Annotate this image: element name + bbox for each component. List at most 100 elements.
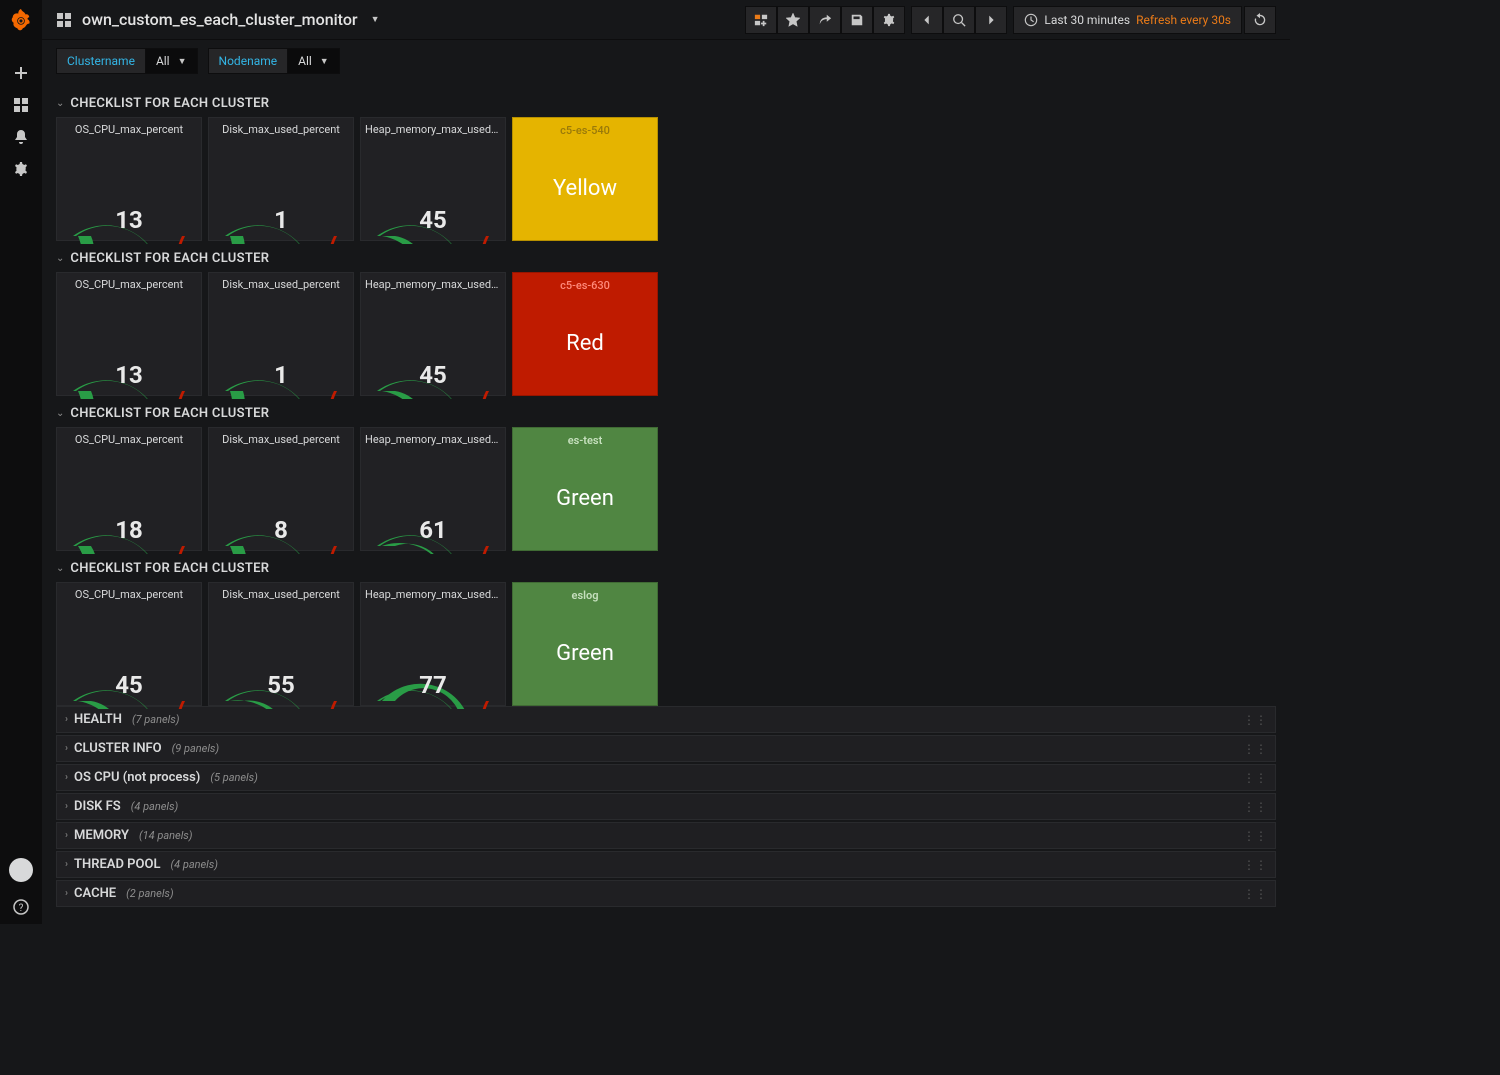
variable-value: All	[156, 54, 170, 68]
gauge-value: 1	[209, 361, 353, 389]
settings-button[interactable]	[873, 6, 905, 34]
gauge-panel-heap[interactable]: Heap_memory_max_used_pe... 45	[360, 117, 506, 241]
row-title: THREAD POOL	[74, 857, 160, 872]
panel-title: Disk_max_used_percent	[209, 428, 353, 446]
gauge-value: 45	[57, 671, 201, 699]
gauge-panel-heap[interactable]: Heap_memory_max_used_pe... 45	[360, 272, 506, 396]
variable-clustername[interactable]: Clustername All▼	[56, 48, 198, 74]
dashboards-icon[interactable]	[0, 90, 42, 120]
variable-label: Clustername	[56, 48, 146, 74]
drag-handle-icon[interactable]: ⋮⋮	[1243, 829, 1267, 843]
status-label: Green	[556, 602, 614, 705]
drag-handle-icon[interactable]: ⋮⋮	[1243, 713, 1267, 727]
gauge-panel-cpu[interactable]: OS_CPU_max_percent 13	[56, 117, 202, 241]
drag-handle-icon[interactable]: ⋮⋮	[1243, 742, 1267, 756]
status-label: Red	[566, 292, 604, 395]
gauge: 1	[209, 291, 353, 395]
row-header[interactable]: ⌄ CHECKLIST FOR EACH CLUSTER	[56, 551, 1276, 582]
gauge: 77	[361, 601, 505, 705]
gauge-panel-cpu[interactable]: OS_CPU_max_percent 13	[56, 272, 202, 396]
panel-title: Heap_memory_max_used_pe...	[361, 118, 505, 136]
row-header[interactable]: ⌄ CHECKLIST FOR EACH CLUSTER	[56, 241, 1276, 272]
bell-icon[interactable]	[0, 122, 42, 152]
chevron-down-icon: ⌄	[56, 253, 64, 264]
gear-icon[interactable]	[0, 154, 42, 184]
time-picker-button[interactable]: Last 30 minutes Refresh every 30s	[1013, 6, 1242, 34]
row-title: CACHE	[74, 886, 116, 901]
chevron-down-icon: ▼	[320, 56, 329, 67]
panel-row: OS_CPU_max_percent 13Disk_max_used_perce…	[56, 117, 1276, 241]
chevron-down-icon: ⌄	[56, 408, 64, 419]
time-back-button[interactable]	[911, 6, 943, 34]
chevron-right-icon: ›	[65, 772, 68, 783]
share-button[interactable]	[809, 6, 841, 34]
plus-icon[interactable]	[0, 58, 42, 88]
status-panel[interactable]: eslog Green	[512, 582, 658, 706]
panel-title: Heap_memory_max_used_pe...	[361, 428, 505, 446]
grafana-logo-icon[interactable]	[10, 8, 32, 36]
chevron-down-icon: ⌄	[56, 563, 64, 574]
zoom-out-button[interactable]	[943, 6, 975, 34]
collapsed-row[interactable]: › CLUSTER INFO (9 panels) ⋮⋮	[56, 735, 1276, 762]
status-panel[interactable]: c5-es-630 Red	[512, 272, 658, 396]
save-button[interactable]	[841, 6, 873, 34]
status-panel[interactable]: es-test Green	[512, 427, 658, 551]
gauge-panel-disk[interactable]: Disk_max_used_percent 55	[208, 582, 354, 706]
chevron-right-icon: ›	[65, 830, 68, 841]
add-panel-button[interactable]	[745, 6, 777, 34]
panel-row: OS_CPU_max_percent 45Disk_max_used_perce…	[56, 582, 1276, 706]
drag-handle-icon[interactable]: ⋮⋮	[1243, 887, 1267, 901]
gauge-panel-cpu[interactable]: OS_CPU_max_percent 18	[56, 427, 202, 551]
collapsed-row[interactable]: › MEMORY (14 panels) ⋮⋮	[56, 822, 1276, 849]
row-header[interactable]: ⌄ CHECKLIST FOR EACH CLUSTER	[56, 396, 1276, 427]
star-button[interactable]	[777, 6, 809, 34]
gauge-panel-disk[interactable]: Disk_max_used_percent 8	[208, 427, 354, 551]
avatar[interactable]	[9, 858, 33, 882]
collapsed-row[interactable]: › OS CPU (not process) (5 panels) ⋮⋮	[56, 764, 1276, 791]
collapsed-row[interactable]: › THREAD POOL (4 panels) ⋮⋮	[56, 851, 1276, 878]
panel-title: OS_CPU_max_percent	[57, 273, 201, 291]
collapsed-row[interactable]: › HEALTH (7 panels) ⋮⋮	[56, 706, 1276, 733]
row-title: CHECKLIST FOR EACH CLUSTER	[70, 406, 269, 421]
drag-handle-icon[interactable]: ⋮⋮	[1243, 771, 1267, 785]
gauge-panel-disk[interactable]: Disk_max_used_percent 1	[208, 272, 354, 396]
refresh-button[interactable]	[1244, 6, 1276, 34]
drag-handle-icon[interactable]: ⋮⋮	[1243, 800, 1267, 814]
row-title: OS CPU (not process)	[74, 770, 200, 785]
collapsed-row[interactable]: › CACHE (2 panels) ⋮⋮	[56, 880, 1276, 907]
chevron-down-icon: ▼	[371, 14, 380, 25]
collapsed-row[interactable]: › DISK FS (4 panels) ⋮⋮	[56, 793, 1276, 820]
panel-row: OS_CPU_max_percent 18Disk_max_used_perce…	[56, 427, 1276, 551]
gauge: 8	[209, 446, 353, 550]
chevron-right-icon: ›	[65, 888, 68, 899]
refresh-interval-label: Refresh every 30s	[1136, 13, 1231, 27]
row-panel-count: (9 panels)	[172, 742, 220, 755]
panel-title: OS_CPU_max_percent	[57, 428, 201, 446]
panel-title: Heap_memory_max_used_pe...	[361, 273, 505, 291]
time-forward-button[interactable]	[975, 6, 1007, 34]
dashboard-title-button[interactable]: own_custom_es_each_cluster_monitor ▼	[56, 10, 379, 29]
row-title: MEMORY	[74, 828, 129, 843]
status-panel[interactable]: c5-es-540 Yellow	[512, 117, 658, 241]
gauge: 18	[57, 446, 201, 550]
help-icon[interactable]: ?	[0, 892, 42, 922]
gauge-panel-disk[interactable]: Disk_max_used_percent 1	[208, 117, 354, 241]
row-header[interactable]: ⌄ CHECKLIST FOR EACH CLUSTER	[56, 86, 1276, 117]
variable-nodename[interactable]: Nodename All▼	[208, 48, 340, 74]
gauge-value: 8	[209, 516, 353, 544]
clock-icon	[1024, 13, 1038, 27]
gauge-panel-heap[interactable]: Heap_memory_max_used_pe... 77	[360, 582, 506, 706]
gauge-value: 45	[361, 206, 505, 234]
gauge: 45	[57, 601, 201, 705]
top-bar: own_custom_es_each_cluster_monitor ▼ Las	[42, 0, 1290, 40]
gauge-panel-heap[interactable]: Heap_memory_max_used_pe... 61	[360, 427, 506, 551]
chevron-down-icon: ⌄	[56, 98, 64, 109]
panel-title: Disk_max_used_percent	[209, 118, 353, 136]
gauge-panel-cpu[interactable]: OS_CPU_max_percent 45	[56, 582, 202, 706]
status-cluster-name: c5-es-540	[556, 118, 614, 137]
drag-handle-icon[interactable]: ⋮⋮	[1243, 858, 1267, 872]
row-panel-count: (14 panels)	[139, 829, 193, 842]
gauge-value: 45	[361, 361, 505, 389]
gauge-value: 55	[209, 671, 353, 699]
variables-bar: Clustername All▼ Nodename All▼	[42, 40, 1290, 82]
